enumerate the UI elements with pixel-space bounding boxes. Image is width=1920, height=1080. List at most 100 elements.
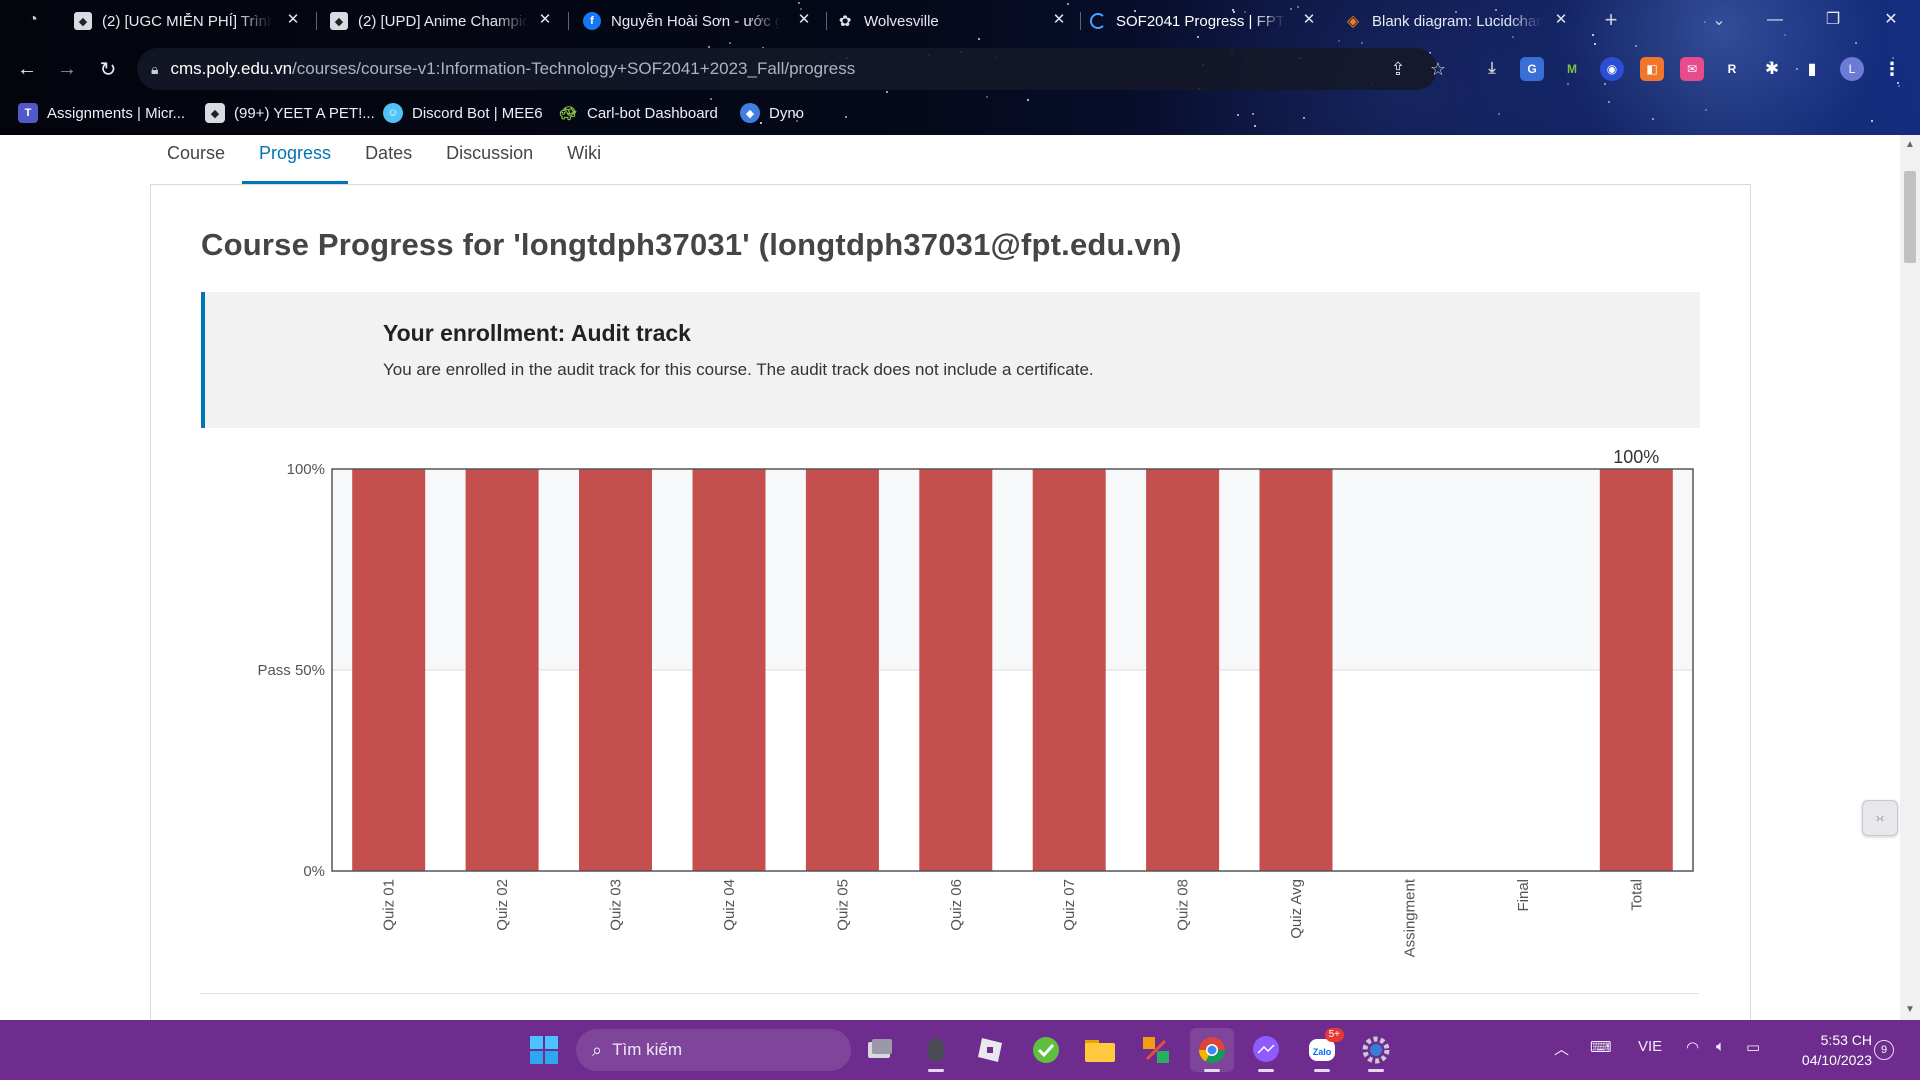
file-explorer-icon[interactable] [1078, 1028, 1122, 1072]
puzzle-extensions-icon[interactable]: ✱ [1760, 57, 1784, 81]
roblox-icon: ◆ [74, 12, 92, 30]
svg-text:Zalo: Zalo [1313, 1047, 1332, 1057]
wifi-icon[interactable]: ◠ [1686, 1038, 1699, 1056]
globe-extension-icon[interactable]: ◉ [1600, 57, 1624, 81]
tab-anime-champions[interactable]: ◆ (2) [UPD] Anime Champio ✕ [330, 6, 554, 36]
system-clock[interactable]: 5:53 CH 04/10/2023 [1782, 1030, 1872, 1070]
close-icon[interactable]: ✕ [1300, 11, 1318, 29]
share-icon[interactable]: ⇪ [1387, 58, 1409, 80]
x-tick-label: Quiz 03 [608, 879, 625, 931]
close-icon[interactable]: ✕ [1552, 11, 1570, 29]
page-scrollbar[interactable]: ▲ ▼ [1900, 135, 1920, 1020]
r-extension-icon[interactable]: R [1720, 57, 1744, 81]
bar-quiz-02 [465, 469, 539, 871]
bookmark-yeet-a-pet[interactable]: ◆ (99+) YEET A PET!... [205, 100, 375, 126]
tab-facebook[interactable]: f Nguyễn Hoài Sơn - ước g ✕ [583, 6, 813, 36]
search-placeholder: Tìm kiếm [612, 1040, 682, 1059]
scroll-down-icon[interactable]: ▼ [1900, 1000, 1920, 1020]
task-view-icon[interactable] [858, 1028, 902, 1072]
bookmark-mee6[interactable]: ☺ Discord Bot | MEE6 [383, 100, 543, 126]
x-tick-label: Total [1628, 879, 1645, 911]
orange-extension-icon[interactable]: ◧ [1640, 57, 1664, 81]
scroll-up-icon[interactable]: ▲ [1900, 135, 1920, 155]
chevron-up-icon[interactable]: ︿ [1554, 1038, 1569, 1059]
y-tick-label: 100% [287, 461, 325, 478]
back-icon[interactable]: ← [12, 54, 42, 84]
address-bar[interactable]: 🔒︎ cms.poly.edu.vn/courses/course-v1:Inf… [137, 48, 1446, 90]
bar-quiz-01 [352, 469, 426, 871]
minimize-icon[interactable]: — [1752, 6, 1798, 34]
side-panel-icon[interactable]: ▮ [1800, 57, 1824, 81]
keyboard-icon[interactable]: ⌨ [1590, 1038, 1612, 1056]
tab-title: SOF2041 Progress | FPT P [1116, 12, 1286, 30]
tab-search-icon[interactable]: ◔ [22, 9, 44, 31]
notification-badge[interactable]: 9 [1874, 1040, 1894, 1060]
bookmark-assignments[interactable]: T Assignments | Micr... [18, 100, 185, 126]
bookmark-label: (99+) YEET A PET!... [234, 104, 375, 122]
roblox-icon[interactable] [968, 1028, 1012, 1072]
facebook-icon: f [583, 12, 601, 30]
url-path: /courses/course-v1:Information-Technolog… [292, 59, 856, 78]
tab-title: Nguyễn Hoài Sơn - ước g [611, 12, 781, 30]
bookmark-star-icon[interactable]: ☆ [1427, 58, 1449, 80]
translate-icon[interactable]: G [1520, 57, 1544, 81]
bookmark-carlbot[interactable]: 🐢︎ Carl-bot Dashboard [558, 100, 718, 126]
messenger-icon[interactable] [1244, 1028, 1288, 1072]
course-tabs: Course Progress Dates Discussion Wiki [150, 135, 618, 185]
tab-lucidchart[interactable]: ◈ Blank diagram: Lucidchar ✕ [1344, 6, 1570, 36]
x-tick-label: Final [1515, 879, 1532, 912]
close-icon[interactable]: ✕ [284, 11, 302, 29]
collapse-widget-icon[interactable]: ›‹ [1862, 800, 1898, 836]
tab-sof2041-progress[interactable]: SOF2041 Progress | FPT P ✕ [1090, 6, 1318, 36]
taskbar-search[interactable]: ⌕ Tìm kiếm [576, 1029, 851, 1071]
x-tick-label: Quiz 08 [1175, 879, 1192, 931]
volume-icon[interactable]: 🔈︎ [1716, 1038, 1725, 1055]
x-tick-label: Quiz 01 [381, 879, 398, 931]
close-window-icon[interactable]: ✕ [1868, 6, 1914, 34]
monster-icon[interactable]: M [1560, 57, 1584, 81]
mouse-app-icon[interactable] [914, 1028, 958, 1072]
tab-ugc[interactable]: ◆ (2) [UGC MIỄN PHÍ] Trình ✕ [74, 6, 302, 36]
teams-icon: T [18, 103, 38, 123]
profile-avatar[interactable]: L [1840, 57, 1864, 81]
tab-wiki[interactable]: Wiki [550, 135, 618, 185]
scroll-thumb[interactable] [1904, 171, 1916, 263]
lock-icon[interactable]: 🔒︎ [151, 61, 158, 78]
taskbar: ⌕ Tìm kiếm Zalo 5+ ︿ ⌨ VIE ◠ 🔈︎ ▭ 5:53 C… [0, 1020, 1920, 1080]
close-icon[interactable]: ✕ [795, 11, 813, 29]
forward-icon[interactable]: → [52, 54, 82, 84]
close-icon[interactable]: ✕ [536, 11, 554, 29]
x-tick-label: Quiz 05 [834, 879, 851, 931]
carlbot-icon: 🐢︎ [559, 104, 577, 121]
language-indicator[interactable]: VIE [1638, 1038, 1662, 1055]
mail-extension-icon[interactable]: ✉ [1680, 57, 1704, 81]
zalo-icon[interactable]: Zalo 5+ [1300, 1028, 1344, 1072]
windows-start-icon[interactable] [522, 1028, 566, 1072]
enrollment-text: You are enrolled in the audit track for … [383, 360, 1094, 379]
y-tick-label: 0% [303, 863, 325, 880]
lucidchart-icon: ◈ [1346, 13, 1360, 30]
checkmark-app-icon[interactable] [1024, 1028, 1068, 1072]
menu-icon[interactable]: ⋮ [1880, 57, 1904, 81]
restore-icon[interactable]: ❐ [1810, 6, 1856, 34]
settings-icon[interactable] [1354, 1028, 1398, 1072]
tab-progress[interactable]: Progress [242, 135, 349, 185]
bookmark-dyno[interactable]: ◆ Dyno [740, 100, 804, 126]
close-icon[interactable]: ✕ [1050, 11, 1068, 29]
bar-quiz-04 [692, 469, 766, 871]
download-icon[interactable]: ⤓ [1480, 57, 1504, 81]
bookmark-label: Dyno [769, 104, 805, 122]
tab-discussion[interactable]: Discussion [429, 135, 550, 185]
bar-quiz-avg [1259, 469, 1333, 871]
chrome-icon[interactable] [1190, 1028, 1234, 1072]
tab-course[interactable]: Course [150, 135, 242, 185]
tab-dates[interactable]: Dates [348, 135, 429, 185]
bookmarks-bar: T Assignments | Micr... ◆ (99+) YEET A P… [0, 98, 1920, 128]
battery-icon[interactable]: ▭ [1746, 1038, 1760, 1056]
new-tab-icon[interactable]: + [1600, 7, 1622, 32]
tab-wolvesville[interactable]: ✿ Wolvesville ✕ [836, 6, 1068, 36]
chevron-down-icon[interactable]: ⌄ [1708, 9, 1730, 31]
reload-icon[interactable]: ↻ [93, 54, 123, 84]
enrollment-title: Your enrollment: Audit track [383, 320, 691, 346]
image-tool-icon[interactable] [1134, 1028, 1178, 1072]
